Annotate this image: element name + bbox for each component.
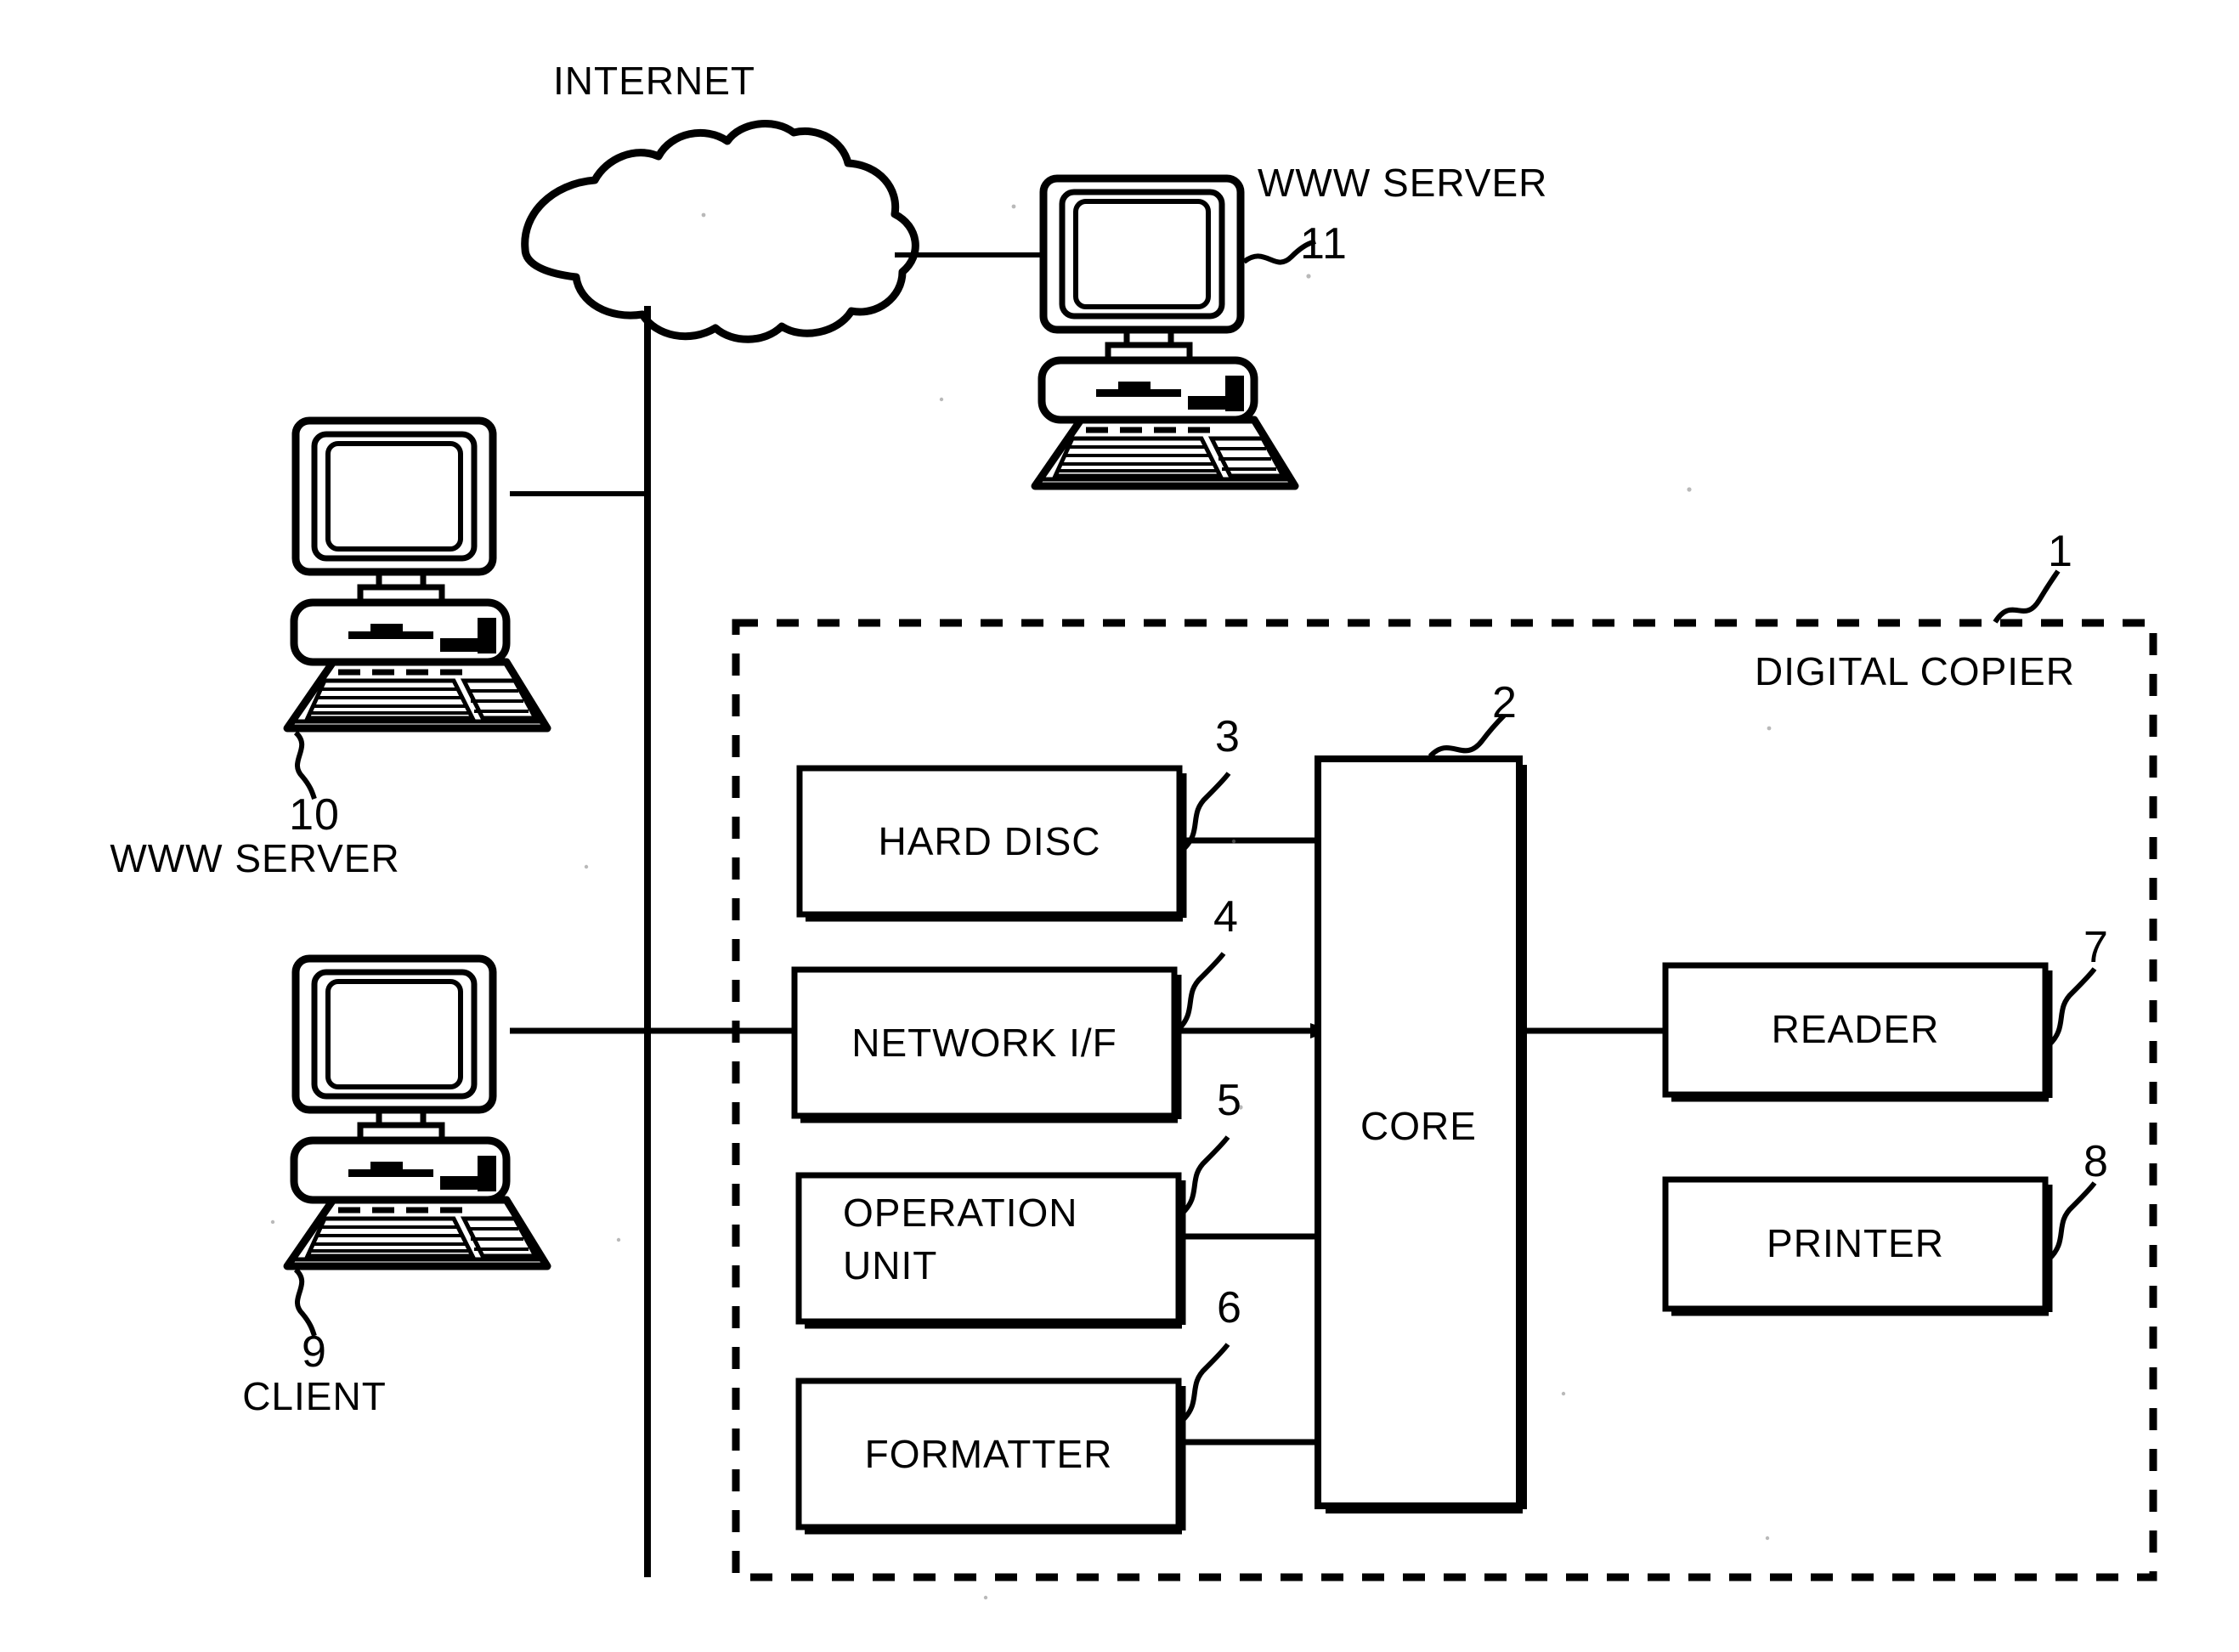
internet-cloud-icon [521, 120, 919, 343]
hard-disc-label: HARD DISC [878, 819, 1101, 863]
computer-icon-www-server-11 [1031, 174, 1299, 490]
operation-unit-label-line2: UNIT [843, 1243, 938, 1287]
ref-number-2: 2 [1492, 678, 1518, 727]
ref-number-3: 3 [1215, 712, 1241, 761]
computer-icon-client-9 [283, 954, 551, 1270]
leader-7 [2046, 967, 2097, 1048]
core-label: CORE [1360, 1104, 1477, 1148]
ref-number-9: 9 [302, 1327, 327, 1377]
ref-number-6: 6 [1217, 1283, 1242, 1332]
ref-number-7: 7 [2084, 923, 2109, 972]
ref-number-11: 11 [1300, 219, 1348, 269]
formatter-label: FORMATTER [864, 1432, 1113, 1476]
ref-number-10: 10 [289, 790, 340, 840]
www-server-10-label: WWW SERVER [110, 836, 400, 880]
leader-4 [1175, 952, 1226, 1032]
ref-number-1: 1 [2048, 527, 2073, 576]
operation-unit-label-line1: OPERATION [843, 1191, 1078, 1235]
computer-icon-www-server-10 [283, 416, 551, 733]
client-9-label: CLIENT [242, 1374, 387, 1418]
printer-label: PRINTER [1767, 1221, 1944, 1265]
ref-number-5: 5 [1217, 1076, 1242, 1125]
ref-number-4: 4 [1213, 892, 1239, 942]
leader-8 [2046, 1181, 2097, 1262]
leader-6 [1179, 1343, 1230, 1423]
figure-canvas: INTERNET WWW SERVER 11 10 WWW SERVER 9 C… [0, 0, 2239, 1652]
internet-label: INTERNET [553, 59, 755, 103]
ref-number-8: 8 [2084, 1137, 2109, 1186]
leader-5 [1179, 1135, 1230, 1216]
digital-copier-label: DIGITAL COPIER [1755, 649, 2075, 693]
www-server-11-label: WWW SERVER [1258, 161, 1548, 205]
network-if-label: NETWORK I/F [851, 1021, 1117, 1065]
reader-label: READER [1771, 1007, 1940, 1051]
